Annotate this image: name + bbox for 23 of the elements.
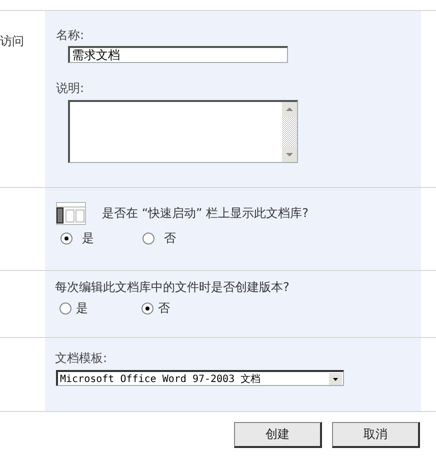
name-field[interactable]: 需求文档 <box>68 46 288 63</box>
radio-label: 是 <box>82 230 94 247</box>
field-label: 说明: <box>56 80 86 97</box>
radio-button[interactable] <box>59 302 72 315</box>
scrollbar[interactable] <box>282 102 297 162</box>
radio-label: 否 <box>164 230 176 247</box>
question-text: 是否在 “快速启动” 栏上显示此文档库? <box>102 205 308 222</box>
scroll-up-button[interactable] <box>282 102 297 117</box>
field-label: 名称: <box>56 27 86 44</box>
template-dropdown[interactable]: Microsoft Office Word 97-2003 文档 <box>56 370 344 386</box>
section-label: 访问 <box>0 33 24 50</box>
radio-label: 是 <box>76 300 88 317</box>
radio-label: 否 <box>158 300 170 317</box>
form-button[interactable]: 创建 <box>234 422 322 448</box>
question-text: 每次编辑此文档库中的文件时是否创建版本? <box>55 279 290 296</box>
radio-button[interactable] <box>141 302 154 315</box>
scroll-down-button[interactable] <box>282 147 297 162</box>
radio-button[interactable] <box>142 232 155 245</box>
field-label: 文档模板: <box>55 350 108 367</box>
description-field[interactable] <box>68 100 298 163</box>
layout-icon <box>56 202 86 225</box>
form-button[interactable]: 取消 <box>332 422 420 448</box>
radio-button[interactable] <box>60 232 73 245</box>
